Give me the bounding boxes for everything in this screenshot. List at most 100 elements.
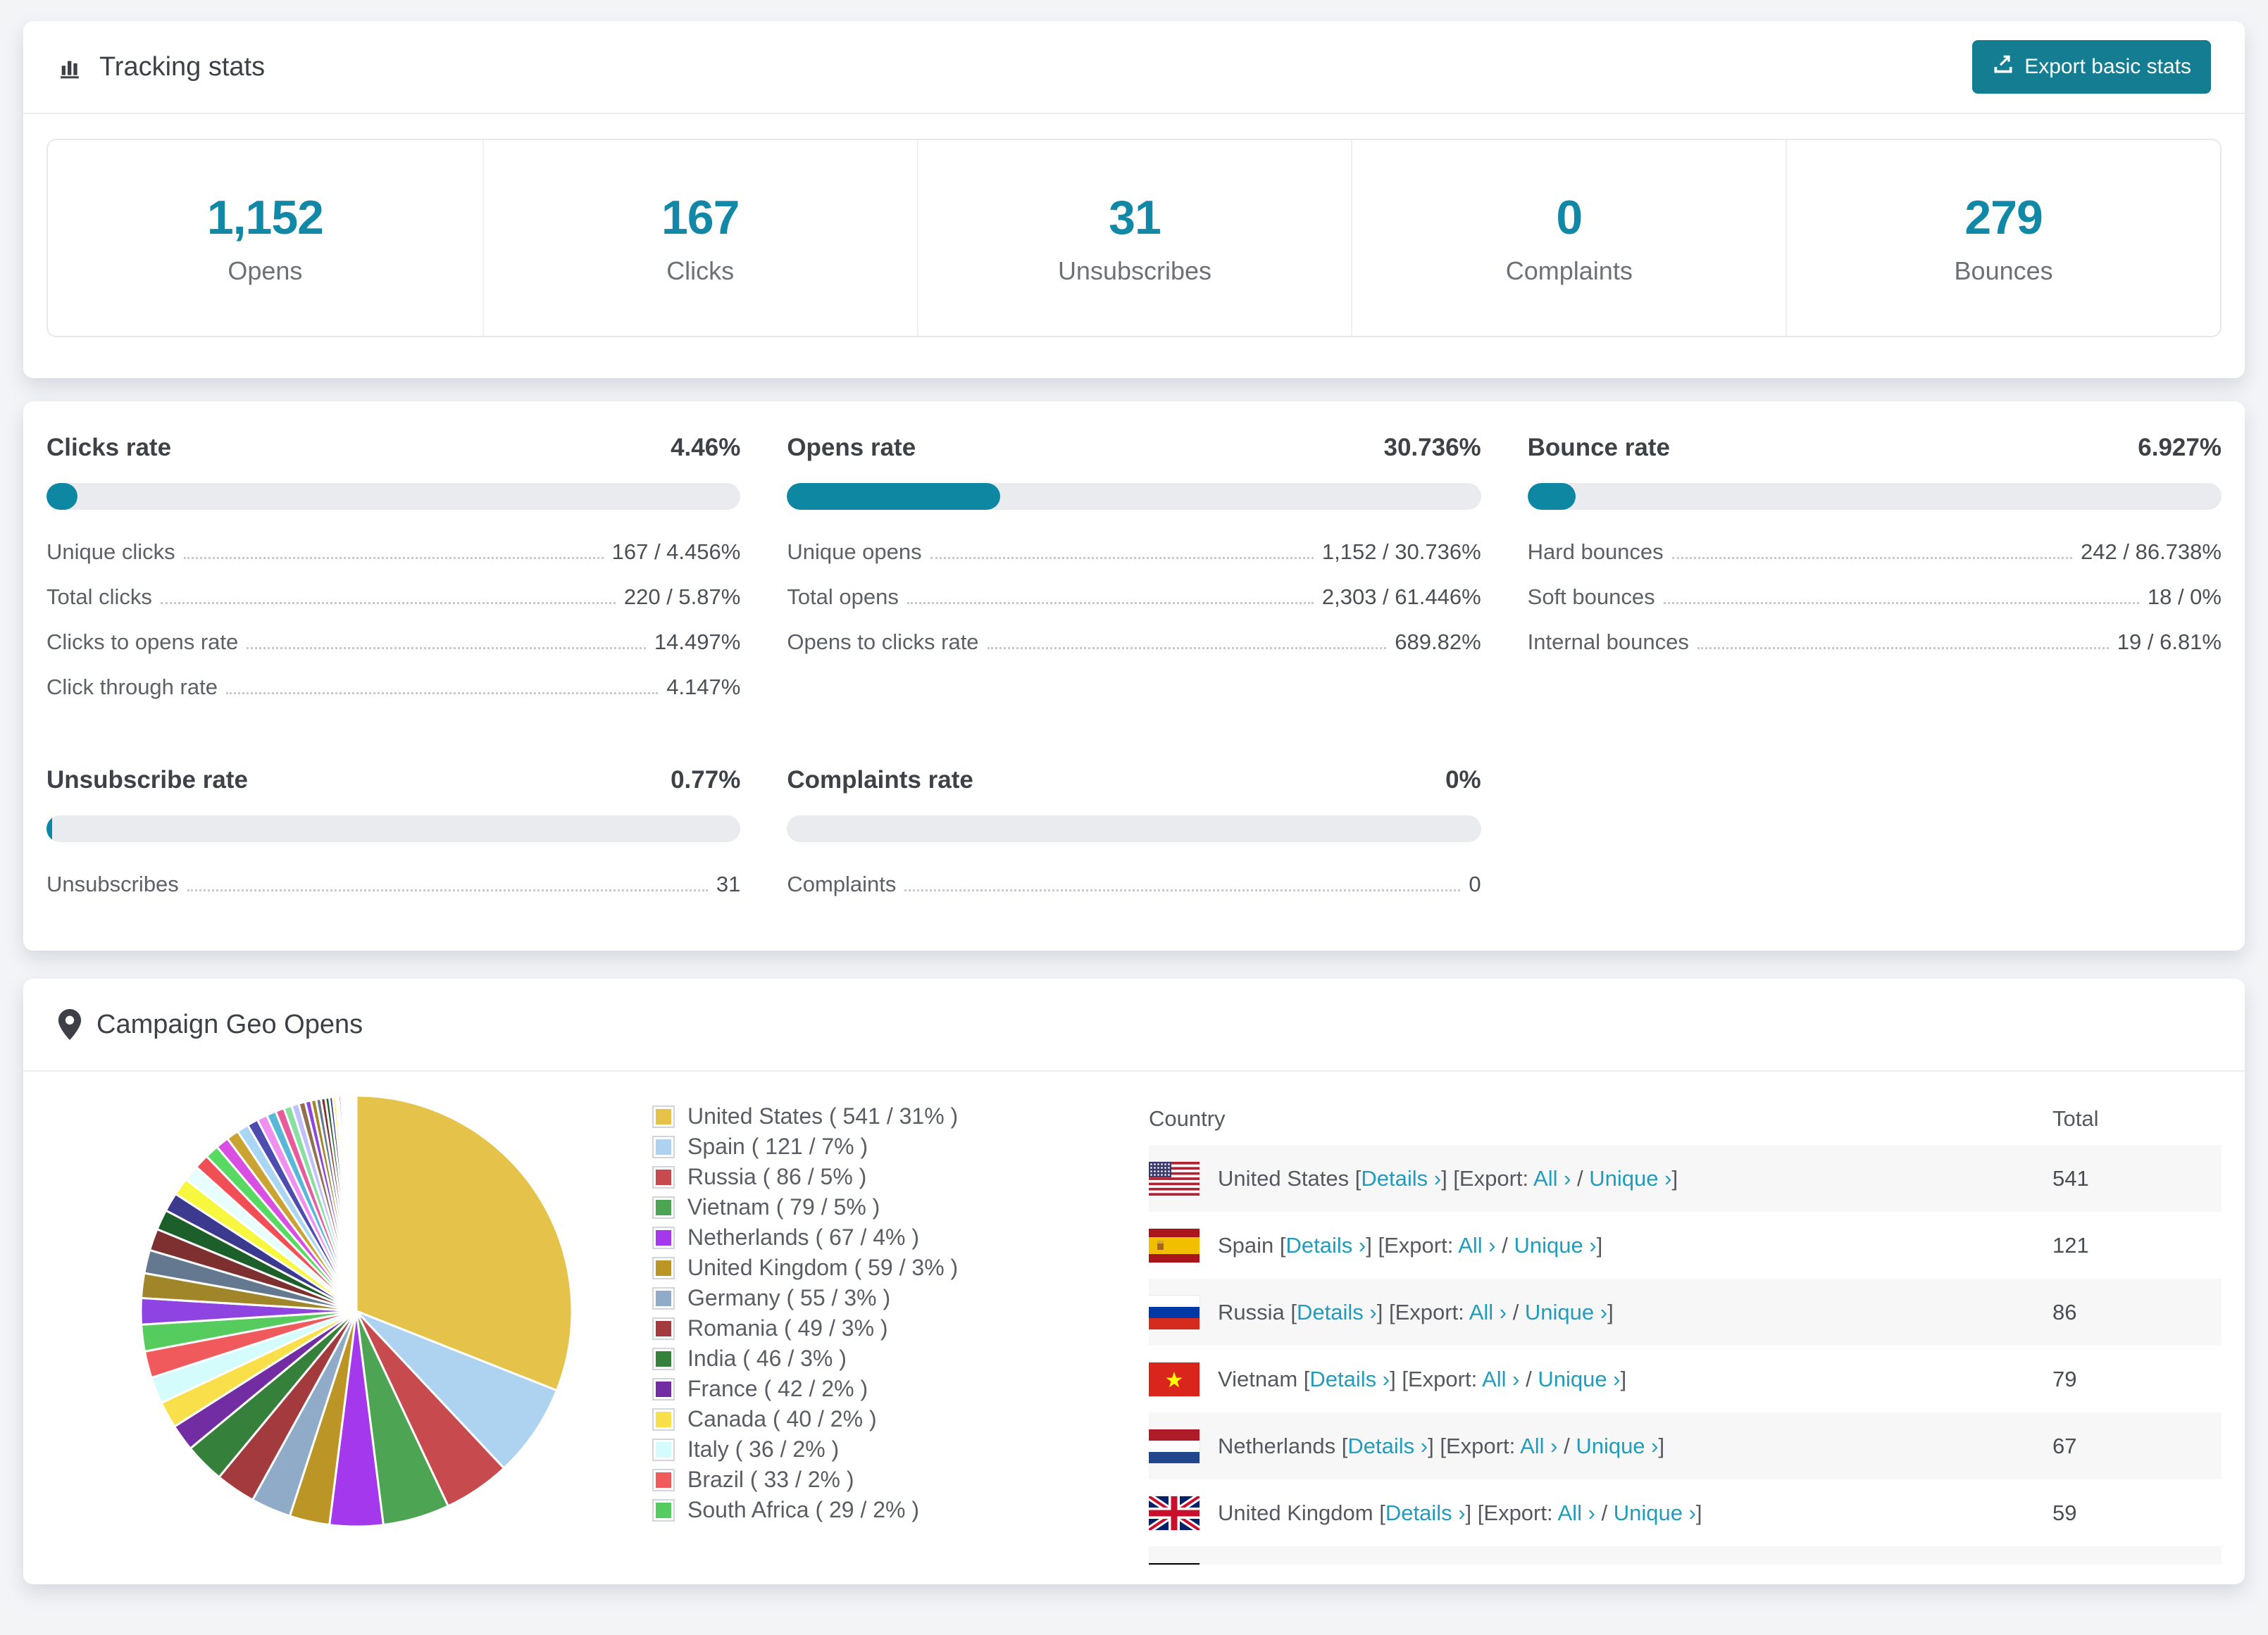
geo-table: Country Total United States [Details ›] …: [1149, 1093, 2222, 1565]
rate-progress-track: [787, 815, 1481, 842]
rate-detail-row: Total opens 2,303 / 61.446%: [787, 575, 1481, 620]
export-unique-link[interactable]: Unique ›: [1589, 1166, 1671, 1191]
summary-stat-value: 0: [1556, 190, 1582, 245]
legend-swatch: [652, 1408, 675, 1431]
export-unique-link[interactable]: Unique ›: [1525, 1300, 1607, 1324]
rate-panel: Complaints rate 0% Complaints 0: [787, 766, 1481, 907]
export-all-link[interactable]: All ›: [1458, 1233, 1495, 1258]
country-links: United Kingdom [Details ›] [Export: All …: [1218, 1501, 1702, 1526]
rate-title: Opens rate: [787, 434, 916, 462]
details-link[interactable]: Details ›: [1286, 1233, 1366, 1258]
legend-item: France ( 42 / 2% ): [652, 1374, 1075, 1404]
leader-dots: [1664, 602, 2139, 604]
country-total: 121: [2052, 1212, 2222, 1279]
rate-panel: Bounce rate 6.927% Hard bounces 242 / 86…: [1528, 434, 2222, 710]
column-header-total: Total: [2052, 1093, 2222, 1145]
geo-table-row: United States [Details ›] [Export: All ›…: [1149, 1145, 2222, 1212]
geo-table-row: Spain [Details ›] [Export: All › / Uniqu…: [1149, 1212, 2222, 1279]
export-all-link[interactable]: All ›: [1520, 1434, 1557, 1458]
rate-detail-value: 689.82%: [1395, 629, 1481, 655]
geo-table-row: Vietnam [Details ›] [Export: All › / Uni…: [1149, 1346, 2222, 1412]
export-basic-stats-button[interactable]: Export basic stats: [1972, 40, 2211, 94]
summary-stat-value: 279: [1964, 190, 2042, 245]
legend-item: Russia ( 86 / 5% ): [652, 1162, 1075, 1192]
geo-table-wrap[interactable]: Country Total United States [Details ›] …: [1149, 1093, 2222, 1565]
details-link[interactable]: Details ›: [1385, 1501, 1466, 1525]
rate-percentage: 4.46%: [671, 434, 740, 462]
rate-detail-row: Click through rate 4.147%: [46, 665, 740, 710]
rate-detail-row: Total clicks 220 / 5.87%: [46, 575, 740, 620]
legend-item: Italy ( 36 / 2% ): [652, 1434, 1075, 1465]
country-name: Vietnam: [1218, 1367, 1297, 1391]
bar-chart-icon: [57, 53, 85, 81]
rate-percentage: 30.736%: [1383, 434, 1481, 462]
export-unique-link[interactable]: Unique ›: [1514, 1233, 1596, 1258]
export-unique-link[interactable]: Unique ›: [1614, 1501, 1696, 1525]
rate-progress-fill: [46, 483, 77, 510]
export-all-link[interactable]: All ›: [1482, 1367, 1519, 1391]
export-all-link[interactable]: All ›: [1558, 1501, 1595, 1525]
geo-table-row: Germany [Details ›] [Export: All › / Uni…: [1149, 1546, 2222, 1565]
rate-detail-value: 19 / 6.81%: [2117, 629, 2222, 655]
summary-stat-cell: 0 Complaints: [1351, 140, 1786, 336]
export-all-link[interactable]: All ›: [1469, 1300, 1507, 1324]
rate-detail-label: Unique opens: [787, 539, 921, 565]
leader-dots: [247, 647, 646, 649]
rate-detail-value: 242 / 86.738%: [2081, 539, 2222, 565]
tracking-stats-card: Tracking stats Export basic stats 1,152 …: [23, 21, 2245, 378]
rate-panel: Unsubscribe rate 0.77% Unsubscribes 31: [46, 766, 740, 907]
legend-swatch: [652, 1227, 675, 1249]
country-links: Vietnam [Details ›] [Export: All › / Uni…: [1218, 1367, 1626, 1392]
rates-card: Clicks rate 4.46% Unique clicks 167 / 4.…: [23, 401, 2245, 951]
rate-detail-label: Clicks to opens rate: [46, 629, 238, 655]
country-flag-icon: [1149, 1162, 1200, 1196]
geo-opens-header: Campaign Geo Opens: [23, 979, 2245, 1072]
legend-swatch: [652, 1378, 675, 1401]
rate-detail-label: Soft bounces: [1528, 584, 1655, 610]
legend-item: United States ( 541 / 31% ): [652, 1101, 1075, 1132]
legend-label: Vietnam ( 79 / 5% ): [687, 1194, 880, 1220]
geo-table-row: Netherlands [Details ›] [Export: All › /…: [1149, 1412, 2222, 1479]
legend-swatch: [652, 1257, 675, 1279]
legend-swatch: [652, 1499, 675, 1522]
rate-detail-row: Clicks to opens rate 14.497%: [46, 620, 740, 665]
rate-detail-row: Unique opens 1,152 / 30.736%: [787, 530, 1481, 575]
details-link[interactable]: Details ›: [1297, 1300, 1377, 1324]
export-icon: [1992, 53, 2014, 81]
details-link[interactable]: Details ›: [1361, 1166, 1441, 1191]
export-all-link[interactable]: All ›: [1533, 1166, 1571, 1191]
rate-title: Complaints rate: [787, 766, 973, 794]
legend-swatch: [652, 1469, 675, 1491]
leader-dots: [930, 557, 1314, 559]
rate-detail-row: Internal bounces 19 / 6.81%: [1528, 620, 2222, 665]
geo-pie-chart: [138, 1093, 575, 1529]
country-flag-icon: [1149, 1229, 1200, 1263]
export-prefix: Export:: [1408, 1367, 1482, 1391]
rate-detail-label: Total opens: [787, 584, 899, 610]
leader-dots: [187, 889, 708, 891]
geo-opens-title: Campaign Geo Opens: [57, 1009, 363, 1040]
details-link[interactable]: Details ›: [1347, 1434, 1428, 1458]
legend-swatch: [652, 1439, 675, 1461]
summary-stat-label: Clicks: [666, 256, 734, 286]
geo-content: United States ( 541 / 31% ) Spain ( 121 …: [23, 1093, 2245, 1565]
rate-detail-value: 0: [1469, 872, 1481, 897]
country-total: 86: [2052, 1279, 2222, 1346]
export-unique-link[interactable]: Unique ›: [1538, 1367, 1620, 1391]
country-total: 55: [2052, 1546, 2222, 1565]
country-flag-icon: [1149, 1496, 1200, 1530]
rate-detail-value: 4.147%: [666, 675, 740, 700]
export-unique-link[interactable]: Unique ›: [1576, 1434, 1658, 1458]
rate-panel: Opens rate 30.736% Unique opens 1,152 / …: [787, 434, 1481, 710]
rates-grid: Clicks rate 4.46% Unique clicks 167 / 4.…: [46, 434, 2222, 907]
rate-percentage: 6.927%: [2138, 434, 2222, 462]
country-flag-icon: [1149, 1429, 1200, 1463]
rate-progress-track: [46, 815, 740, 842]
legend-swatch: [652, 1136, 675, 1158]
details-link[interactable]: Details ›: [1309, 1367, 1390, 1391]
country-flag-icon: [1149, 1362, 1200, 1396]
country-links: Spain [Details ›] [Export: All › / Uniqu…: [1218, 1233, 1602, 1258]
rate-detail-label: Complaints: [787, 872, 896, 897]
rate-detail-value: 18 / 0%: [2148, 584, 2222, 610]
export-prefix: Export:: [1384, 1233, 1458, 1258]
